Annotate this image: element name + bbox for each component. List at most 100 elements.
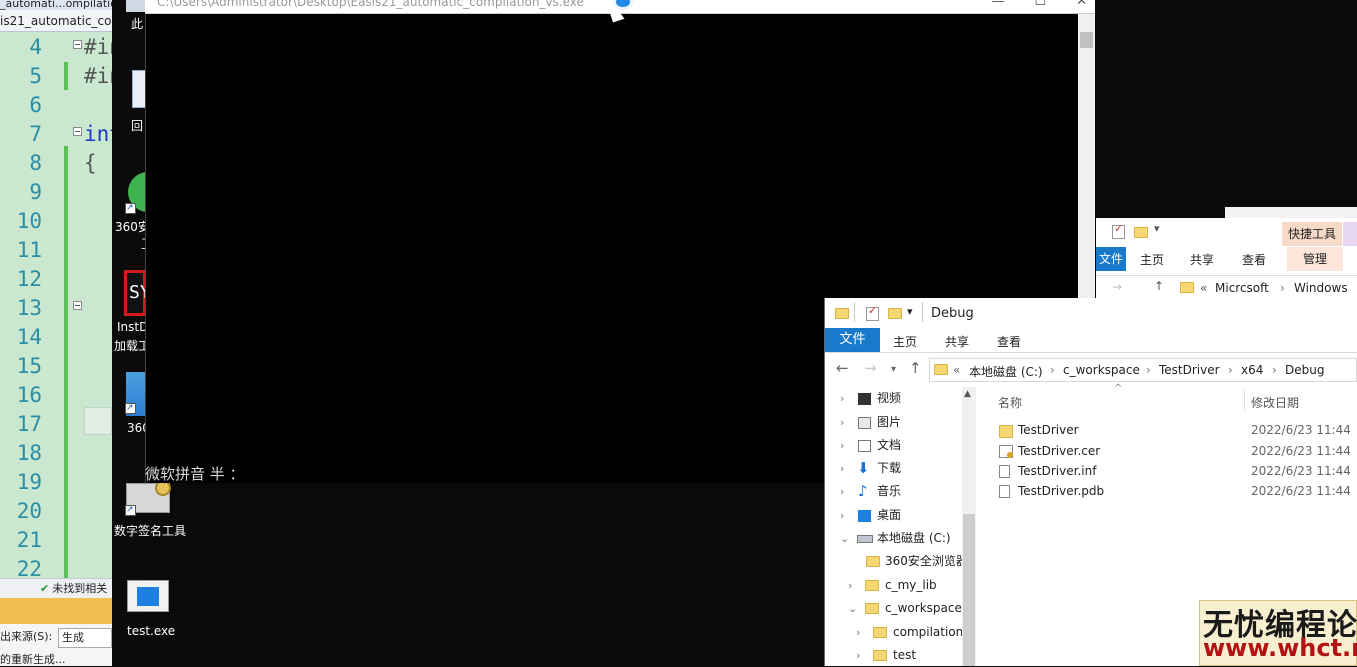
collapse-arrow-icon[interactable]: ⌄ (840, 527, 849, 550)
console-scrollbar-thumb[interactable] (1080, 32, 1093, 48)
properties-icon[interactable] (1112, 222, 1125, 239)
tree-item-documents[interactable]: › 文档 (840, 434, 960, 457)
expand-arrow-icon[interactable]: › (840, 504, 844, 527)
address-segment[interactable]: 本地磁盘 (C:) (969, 363, 1043, 380)
watermark-url: www.whct.net (1203, 634, 1357, 662)
tree-item-compilation[interactable]: › compilation- (856, 621, 962, 644)
tree-item-c-workspace[interactable]: ⌄ c_workspace (848, 597, 962, 620)
fold-toggle-icon[interactable] (73, 301, 82, 310)
exe-icon[interactable] (127, 580, 169, 612)
up-icon[interactable]: ↑ (1154, 279, 1164, 293)
file-date: 2022/6/23 11:44 (1251, 423, 1351, 437)
overflow-chevron-icon[interactable]: « (1200, 281, 1207, 295)
forward-icon[interactable]: → (1112, 280, 1122, 294)
vs-tab-active[interactable]: _automati...ompilation_vs (0, 0, 112, 10)
tree-item-desktop[interactable]: › 桌面 (840, 504, 960, 527)
expand-arrow-icon[interactable]: › (856, 621, 860, 644)
code-text: { (84, 151, 97, 175)
explorer-title-bar[interactable]: ▾ Debug (825, 300, 1357, 326)
overflow-chevron-icon[interactable]: « (953, 363, 960, 377)
tree-item-label: 桌面 (877, 508, 902, 522)
pictures-icon (858, 417, 871, 429)
ribbon-divider (825, 352, 1357, 353)
close-icon[interactable]: ✕ (1076, 0, 1087, 9)
expand-arrow-icon[interactable]: › (840, 480, 844, 503)
tree-scrollbar-thumb[interactable] (963, 514, 975, 666)
maximize-icon[interactable]: ☐ (1034, 0, 1046, 9)
sort-indicator-icon: ^ (1114, 383, 1123, 394)
new-folder-icon[interactable] (888, 308, 902, 319)
ribbon-tab-home[interactable]: 主页 (1140, 251, 1164, 268)
expand-arrow-icon[interactable]: › (840, 411, 844, 434)
address-bar-back[interactable]: → ↑ « Micrcsoft › Windows (1096, 275, 1357, 298)
folder-icon (866, 556, 880, 567)
shortcut-arrow-icon: ↗ (125, 203, 136, 214)
customize-arrow-icon[interactable]: ▾ (1154, 222, 1160, 235)
desktop-icon-label: InstD (117, 320, 149, 334)
fold-toggle-icon[interactable] (73, 127, 82, 136)
forward-icon[interactable]: → (864, 359, 877, 377)
file-row[interactable]: TestDriver.pdb 2022/6/23 11:44 (996, 481, 1356, 502)
console-title: C:\Users\Administrator\Desktop\Easis21_a… (157, 0, 584, 9)
desktop-icon (858, 510, 871, 522)
instdrv-icon[interactable]: SY (124, 270, 151, 316)
recent-locations-icon[interactable]: ▾ (891, 364, 896, 375)
tree-item-videos[interactable]: › 视频 (840, 387, 960, 410)
address-segment[interactable]: TestDriver (1159, 363, 1220, 377)
ribbon-tab-home[interactable]: 主页 (893, 333, 917, 350)
ribbon-tab-view[interactable]: 查看 (1242, 251, 1266, 268)
tree-item-test[interactable]: › test (856, 644, 962, 667)
expand-arrow-icon[interactable]: › (840, 434, 844, 457)
file-row[interactable]: TestDriver.cer 2022/6/23 11:44 (996, 441, 1356, 462)
contextual-tab-header: 快捷工具 (1282, 222, 1342, 246)
file-row[interactable]: TestDriver 2022/6/23 11:44 (996, 420, 1356, 441)
expand-arrow-icon[interactable]: › (848, 574, 852, 597)
up-icon[interactable]: ↑ (909, 359, 922, 377)
address-segment[interactable]: Windows (1294, 281, 1348, 295)
vs-tab-file[interactable]: is21_automatic_compilation_vs (0, 10, 112, 32)
collapse-arrow-icon[interactable]: ⌄ (848, 597, 857, 620)
line-number: 4 (29, 35, 42, 59)
output-text: 的重新生成... (0, 653, 66, 666)
back-icon[interactable]: ← (836, 359, 849, 377)
tree-item-local-disk[interactable]: ⌄ 本地磁盘 (C:) (840, 527, 960, 550)
tree-item-downloads[interactable]: › ⬇ 下载 (840, 457, 960, 480)
shortcut-arrow-icon: ↗ (125, 505, 136, 516)
minimize-icon[interactable]: — (991, 0, 1004, 9)
folder-icon (999, 425, 1013, 438)
properties-icon[interactable] (866, 304, 879, 321)
separator-icon: › (1272, 363, 1277, 377)
column-header-name[interactable]: 名称 (998, 394, 1022, 411)
ribbon-tab-manage[interactable]: 管理 (1287, 247, 1343, 271)
ribbon-tab-share[interactable]: 共享 (945, 333, 969, 350)
ribbon-file-tab[interactable]: 文件 (1096, 247, 1126, 271)
tree-item-pictures[interactable]: › 图片 (840, 411, 960, 434)
expand-arrow-icon[interactable]: › (856, 644, 860, 667)
scroll-up-icon[interactable]: ▲ (964, 389, 971, 399)
expand-arrow-icon[interactable]: › (840, 387, 844, 410)
tree-item-label: 视频 (877, 391, 902, 405)
column-divider[interactable] (1244, 390, 1245, 412)
file-date: 2022/6/23 11:44 (1251, 444, 1351, 458)
address-segment[interactable]: Micrcsoft (1215, 281, 1269, 295)
computer-icon[interactable] (126, 0, 146, 12)
output-source-select[interactable]: 生成 (58, 628, 112, 648)
tree-item-music[interactable]: › ♪ 音乐 (840, 480, 960, 503)
ribbon-tab-view[interactable]: 查看 (997, 333, 1021, 350)
address-segment[interactable]: Debug (1285, 363, 1324, 377)
address-bar[interactable]: « 本地磁盘 (C:) › c_workspace › TestDriver ›… (929, 358, 1357, 382)
tree-item-360-browser[interactable]: 360安全浏览器 (852, 550, 962, 573)
drive-icon (857, 535, 873, 543)
expand-arrow-icon[interactable]: › (840, 457, 844, 480)
ribbon-file-tab[interactable]: 文件 (825, 328, 880, 352)
file-row[interactable]: TestDriver.inf 2022/6/23 11:44 (996, 461, 1356, 482)
address-segment[interactable]: c_workspace (1063, 363, 1140, 377)
fold-toggle-icon[interactable] (73, 40, 82, 49)
tree-item-c-my-lib[interactable]: › c_my_lib (848, 574, 962, 597)
column-header-date[interactable]: 修改日期 (1251, 394, 1299, 411)
ribbon-tab-share[interactable]: 共享 (1190, 251, 1214, 268)
new-folder-icon[interactable] (1134, 227, 1148, 238)
file-name: TestDriver (1018, 423, 1079, 437)
customize-arrow-icon[interactable]: ▾ (907, 305, 913, 318)
address-segment[interactable]: x64 (1241, 363, 1263, 377)
